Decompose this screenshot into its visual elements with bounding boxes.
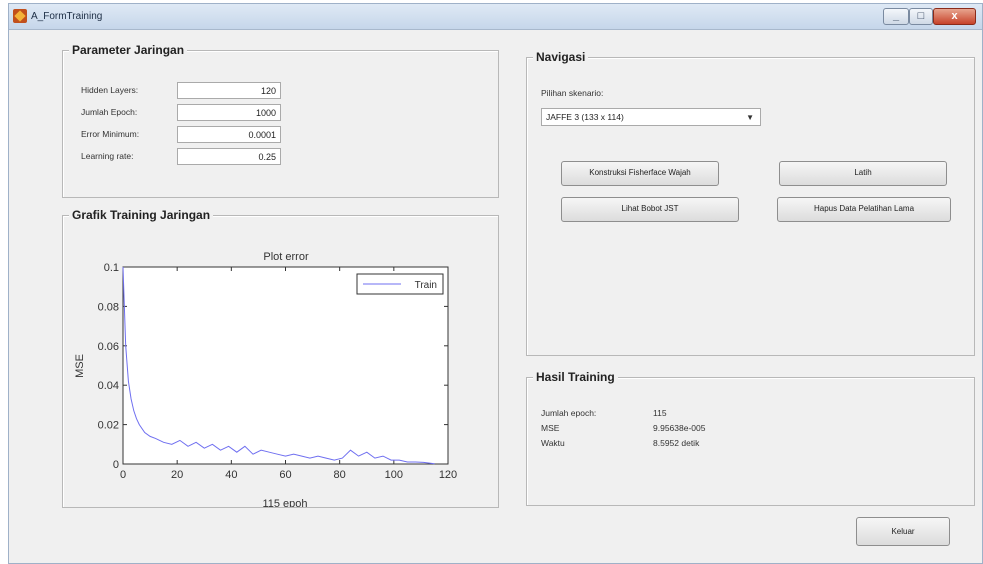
latih-button[interactable]: Latih (779, 161, 947, 186)
lihat-bobot-button[interactable]: Lihat Bobot JST (561, 197, 739, 222)
minimize-button[interactable]: _ (883, 8, 909, 25)
keluar-button[interactable]: Keluar (856, 517, 950, 546)
error-min-row: Error Minimum: (81, 126, 281, 144)
error-min-input[interactable] (177, 126, 281, 143)
error-plot: Plot error 0 20 40 60 80 100 120 0 0.02 0.04 0.06 0… (74, 251, 457, 507)
result-mse-label: MSE (541, 423, 560, 433)
parameter-panel-title: Parameter Jaringan (69, 43, 188, 57)
hidden-layers-label: Hidden Layers: (81, 85, 139, 95)
y-axis-label: MSE (74, 354, 86, 378)
result-epoch-label: Jumlah epoch: (541, 408, 597, 418)
x-tick-label: 120 (439, 469, 457, 481)
x-tick-label: 100 (385, 469, 403, 481)
x-axis-label: 115 epoh (262, 498, 307, 507)
hasil-panel-title: Hasil Training (533, 370, 618, 384)
main-window: A_FormTraining _ □ x Parameter Jaringan … (8, 3, 983, 564)
chart-title: Plot error (263, 251, 309, 263)
graph-panel: Grafik Training Jaringan Plot error 0 20 4… (62, 208, 499, 508)
scenario-label: Pilihan skenario: (541, 88, 604, 98)
minimize-icon: _ (892, 10, 900, 22)
navigasi-panel-title: Navigasi (533, 50, 589, 64)
dropdown-arrow-icon: ▼ (746, 113, 754, 122)
y-tick-label: 0 (113, 459, 119, 471)
y-tick-label: 0.02 (98, 420, 119, 432)
x-tick-label: 60 (279, 469, 291, 481)
y-tick-label: 0.06 (98, 341, 119, 353)
legend-label-train: Train (415, 280, 437, 291)
learning-rate-row: Learning rate: (81, 148, 281, 166)
fisherface-button[interactable]: Konstruksi Fisherface Wajah (561, 161, 719, 186)
matlab-logo-icon (13, 9, 27, 23)
maximize-icon: □ (917, 10, 925, 22)
epoch-row: Jumlah Epoch: (81, 104, 281, 122)
window-title: A_FormTraining (31, 11, 103, 22)
plot-area (122, 266, 449, 465)
learning-rate-label: Learning rate: (81, 151, 134, 161)
navigasi-panel: Navigasi Pilihan skenario: JAFFE 3 (133 … (526, 50, 975, 356)
hasil-panel: Hasil Training Jumlah epoch: 115 MSE 9.9… (526, 370, 975, 506)
parameter-panel: Parameter Jaringan Hidden Layers: Jumlah… (62, 43, 499, 198)
x-tick-label: 80 (334, 469, 346, 481)
epoch-input[interactable] (177, 104, 281, 121)
hapus-data-button[interactable]: Hapus Data Pelatihan Lama (777, 197, 951, 222)
scenario-dropdown[interactable]: JAFFE 3 (133 x 114) ▼ (541, 108, 761, 126)
close-icon: x (951, 10, 958, 22)
result-time-value: 8.5952 detik (653, 438, 700, 448)
x-tick-label: 0 (120, 469, 126, 481)
result-epoch-value: 115 (653, 408, 667, 418)
error-min-label: Error Minimum: (81, 129, 140, 139)
result-time-label: Waktu (541, 438, 565, 448)
learning-rate-input[interactable] (177, 148, 281, 165)
y-tick-label: 0.08 (98, 301, 119, 313)
x-tick-label: 40 (225, 469, 237, 481)
hidden-layers-row: Hidden Layers: (81, 82, 281, 100)
x-tick-label: 20 (171, 469, 183, 481)
result-mse-value: 9.95638e-005 (653, 423, 706, 433)
y-tick-label: 0.04 (98, 380, 119, 392)
epoch-label: Jumlah Epoch: (81, 107, 138, 117)
scenario-value: JAFFE 3 (133 x 114) (546, 112, 624, 122)
chart-legend: Train (356, 273, 444, 295)
hidden-layers-input[interactable] (177, 82, 281, 99)
title-bar[interactable]: A_FormTraining _ □ x (9, 4, 982, 30)
maximize-button[interactable]: □ (909, 8, 933, 25)
close-button[interactable]: x (933, 8, 976, 25)
y-tick-label: 0.1 (104, 262, 119, 274)
